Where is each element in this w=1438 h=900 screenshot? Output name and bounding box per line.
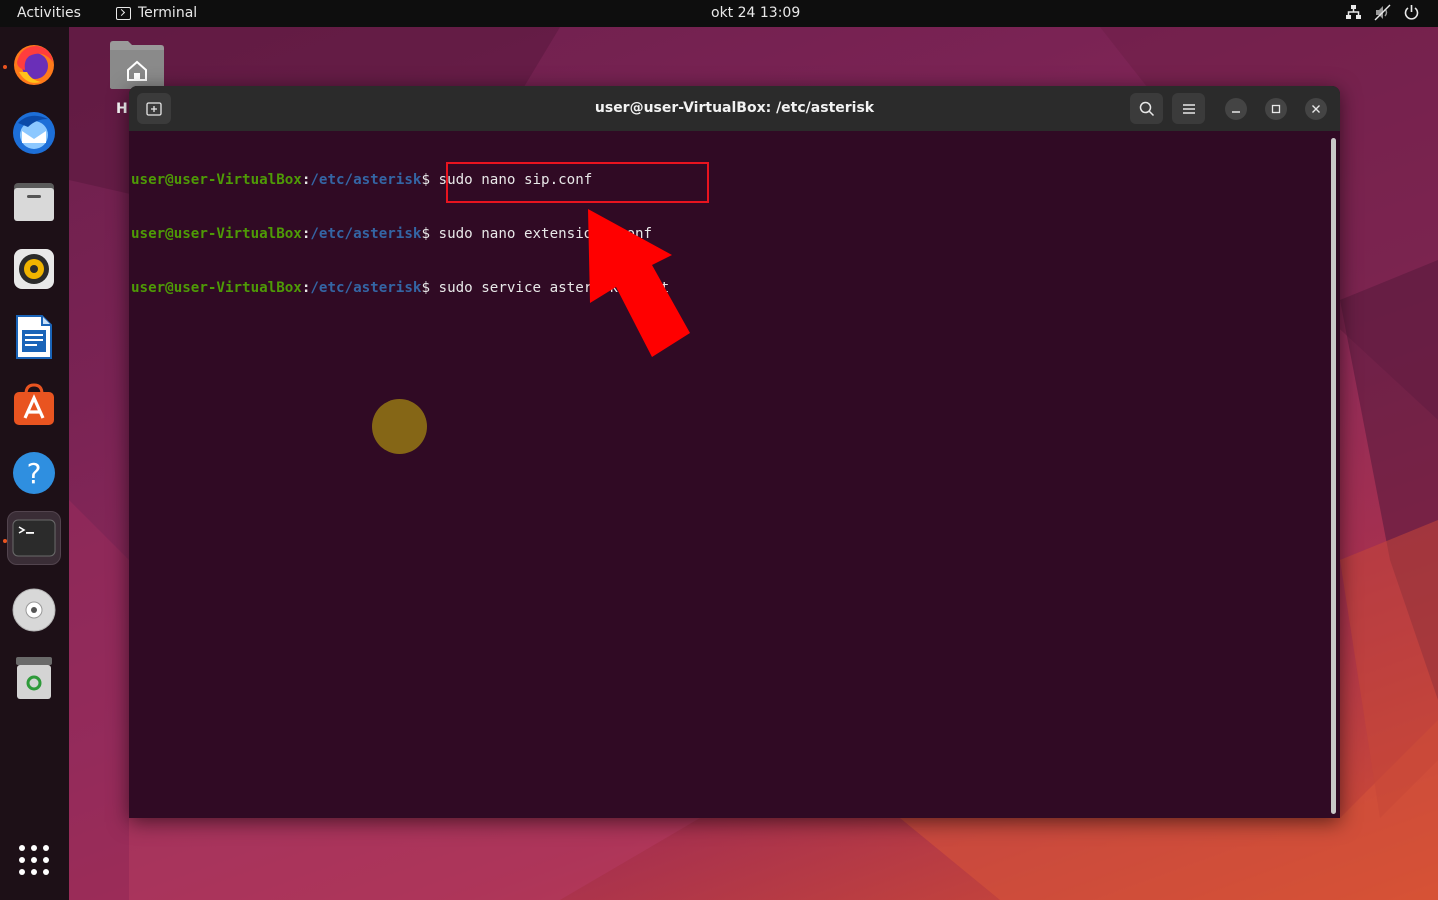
svg-text:?: ? (27, 457, 42, 490)
dock-optical-drive[interactable] (7, 583, 61, 637)
prompt-dollar: $ (421, 280, 430, 296)
prompt-user: user@user-VirtualBox (131, 226, 302, 242)
dock: ? (0, 27, 69, 900)
close-icon (1312, 105, 1320, 113)
dock-help[interactable]: ? (7, 446, 61, 500)
top-bar: Activities Terminal okt 24 13:09 (0, 0, 1438, 27)
system-tray[interactable] (1345, 4, 1420, 21)
maximize-button[interactable] (1265, 98, 1287, 120)
files-icon (14, 183, 54, 221)
rhythmbox-icon (14, 249, 54, 289)
terminal-small-icon (116, 6, 131, 20)
dock-firefox[interactable] (7, 38, 61, 92)
volume-muted-icon[interactable] (1374, 4, 1391, 21)
dock-terminal[interactable] (7, 511, 61, 565)
dock-show-apps[interactable] (7, 833, 61, 887)
red-arrow-icon (588, 209, 690, 357)
mouse-cursor-indicator (372, 399, 427, 454)
thunderbird-icon (13, 112, 55, 154)
menu-button[interactable] (1172, 93, 1205, 124)
prompt-path: /etc/asterisk (310, 280, 422, 296)
prompt-path: /etc/asterisk (310, 226, 422, 242)
power-icon[interactable] (1403, 4, 1420, 21)
highlight-box (446, 162, 709, 203)
close-button[interactable] (1305, 98, 1327, 120)
home-folder-label: H (116, 101, 128, 117)
prompt-dollar: $ (421, 226, 430, 242)
dock-files[interactable] (7, 174, 61, 228)
maximize-icon (1271, 104, 1281, 114)
minimize-icon (1232, 111, 1240, 113)
home-folder-icon[interactable] (108, 40, 166, 90)
dock-rhythmbox[interactable] (7, 242, 61, 296)
hamburger-icon (1182, 103, 1195, 114)
terminal-icon (12, 519, 56, 557)
writer-icon (16, 315, 52, 359)
terminal-window[interactable]: user@user-VirtualBox: /etc/asterisk user… (129, 86, 1340, 818)
prompt-dollar: $ (421, 172, 430, 188)
terminal-line: user@user-VirtualBox:/etc/asterisk$ sudo… (131, 279, 1340, 297)
app-menu[interactable]: Terminal (116, 5, 197, 21)
minimize-button[interactable] (1225, 98, 1247, 120)
dock-writer[interactable] (7, 310, 61, 364)
help-icon: ? (13, 452, 55, 494)
terminal-line: user@user-VirtualBox:/etc/asterisk$ sudo… (131, 171, 1340, 189)
trash-icon (16, 657, 52, 699)
disc-icon (12, 588, 56, 632)
terminal-line: user@user-VirtualBox:/etc/asterisk$ sudo… (131, 225, 1340, 243)
scrollbar[interactable] (1331, 138, 1336, 814)
app-menu-label: Terminal (138, 5, 198, 21)
network-icon[interactable] (1345, 4, 1362, 21)
prompt-user: user@user-VirtualBox (131, 172, 302, 188)
app-grid-icon (19, 845, 49, 875)
search-button[interactable] (1130, 93, 1163, 124)
dock-trash[interactable] (7, 651, 61, 705)
clock[interactable]: okt 24 13:09 (711, 5, 800, 21)
dock-thunderbird[interactable] (7, 106, 61, 160)
firefox-icon (14, 45, 54, 85)
title-bar[interactable]: user@user-VirtualBox: /etc/asterisk (129, 86, 1340, 131)
software-icon (14, 383, 54, 425)
dock-software[interactable] (7, 378, 61, 432)
search-icon (1139, 101, 1154, 116)
prompt-path: /etc/asterisk (310, 172, 422, 188)
activities-button[interactable]: Activities (17, 5, 81, 21)
terminal-output[interactable]: user@user-VirtualBox:/etc/asterisk$ sudo… (129, 131, 1340, 818)
prompt-user: user@user-VirtualBox (131, 280, 302, 296)
